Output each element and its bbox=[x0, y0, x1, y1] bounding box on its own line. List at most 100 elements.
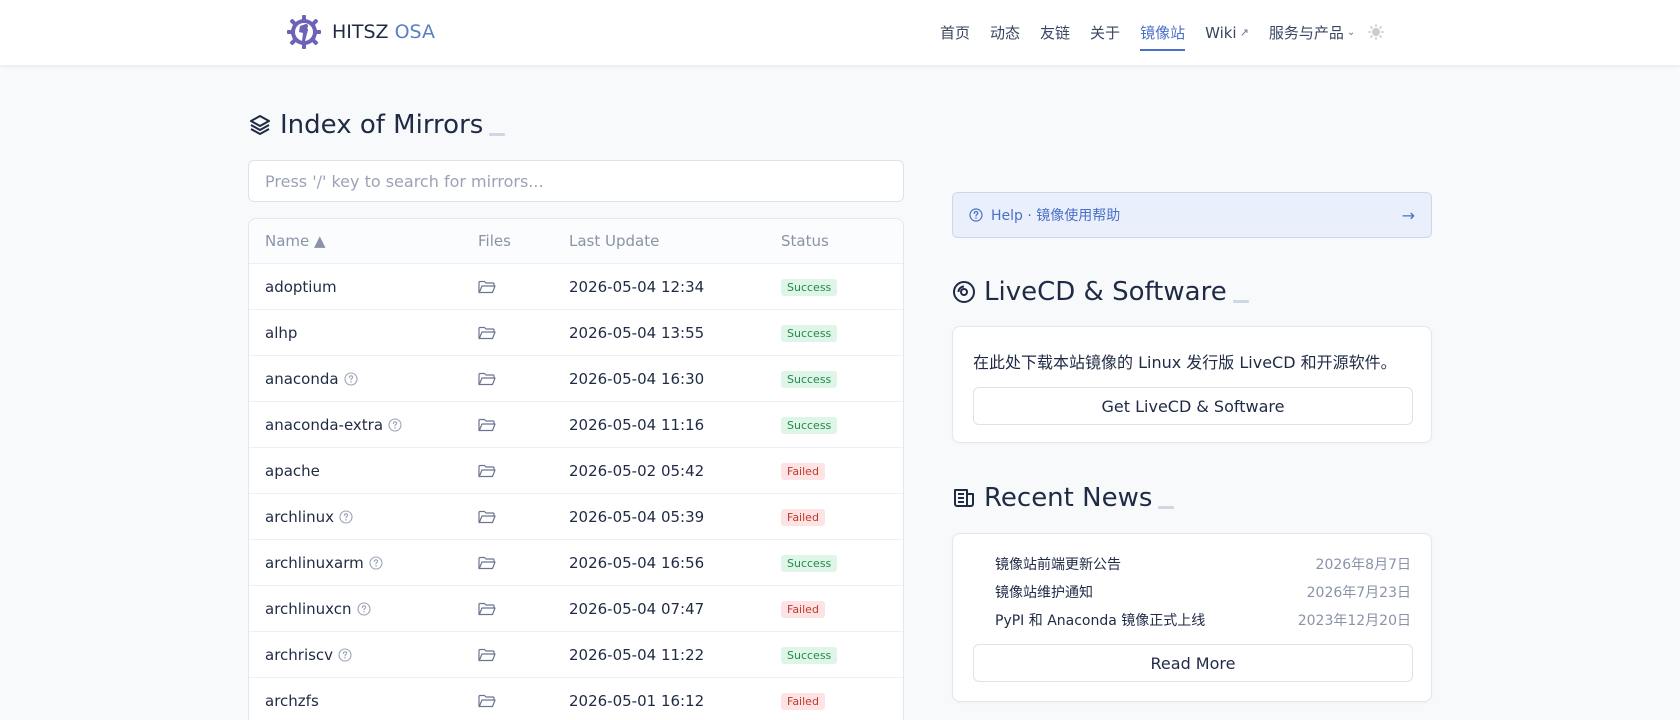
status-badge: Success bbox=[781, 279, 838, 296]
sun-icon bbox=[1368, 24, 1384, 40]
folder-icon[interactable] bbox=[478, 372, 496, 386]
status-cell: Success bbox=[781, 323, 901, 342]
get-livecd-button[interactable]: Get LiveCD & Software bbox=[973, 387, 1413, 425]
mirror-name-cell: anaconda bbox=[249, 370, 478, 388]
folder-icon[interactable] bbox=[478, 602, 496, 616]
brand-link[interactable]: HITSZ OSA bbox=[286, 14, 435, 50]
main-nav: 首页 动态 友链 关于 镜像站 Wiki ↗ 服务与产品 ⌄ bbox=[940, 0, 1375, 65]
status-cell: Success bbox=[781, 277, 901, 296]
status-badge: Failed bbox=[781, 463, 825, 480]
help-link-bar[interactable]: Help · 镜像使用帮助 → bbox=[952, 192, 1432, 238]
help-question-icon[interactable] bbox=[356, 601, 371, 616]
news-item-title[interactable]: 镜像站前端更新公告 bbox=[995, 554, 1121, 574]
mirror-table: Name ▲ Files Last Update Status adoptium… bbox=[248, 218, 904, 720]
nav-mirrors[interactable]: 镜像站 bbox=[1140, 0, 1186, 65]
mirrors-section-title: Index of Mirrors bbox=[248, 110, 506, 140]
chevron-down-icon: ⌄ bbox=[1346, 27, 1356, 38]
last-update-cell: 2026-05-01 16:12 bbox=[569, 691, 705, 710]
nav-services[interactable]: 服务与产品 ⌄ bbox=[1269, 0, 1355, 65]
folder-icon[interactable] bbox=[478, 280, 496, 294]
column-update-header[interactable]: Last Update bbox=[569, 232, 781, 250]
table-row: apache 2026-05-02 05:42 Failed bbox=[249, 448, 903, 494]
nav-friends[interactable]: 友链 bbox=[1040, 0, 1070, 65]
mirror-name-link[interactable]: adoptium bbox=[265, 278, 337, 296]
table-row: archlinux 2026-05-04 05:39 Failed bbox=[249, 494, 903, 540]
news-item-date: 2023年12月20日 bbox=[1297, 613, 1411, 629]
livecd-section-title: LiveCD & Software bbox=[952, 277, 1249, 307]
gear-logo-icon bbox=[287, 15, 321, 49]
folder-icon[interactable] bbox=[478, 464, 496, 478]
title-cursor bbox=[1232, 299, 1249, 303]
mirror-search-input[interactable] bbox=[248, 160, 904, 202]
last-update-cell: 2026-05-04 12:34 bbox=[569, 277, 705, 296]
question-circle-icon bbox=[969, 208, 983, 222]
help-question-icon[interactable] bbox=[343, 371, 358, 386]
help-question-icon[interactable] bbox=[339, 509, 353, 524]
status-badge: Failed bbox=[781, 509, 825, 526]
news-item: 镜像站前端更新公告 2026年8月7日 bbox=[995, 550, 1411, 578]
mirror-name-link[interactable]: alhp bbox=[265, 324, 297, 342]
column-name-header[interactable]: Name ▲ bbox=[249, 232, 478, 250]
help-question-icon[interactable] bbox=[388, 417, 402, 432]
status-badge: Success bbox=[781, 371, 838, 388]
mirror-name-link[interactable]: archriscv bbox=[265, 646, 333, 664]
news-item-title[interactable]: 镜像站维护通知 bbox=[995, 582, 1093, 602]
column-status-header[interactable]: Status bbox=[781, 232, 901, 250]
newspaper-icon bbox=[954, 489, 974, 507]
news-list: 镜像站前端更新公告 2026年8月7日 镜像站维护通知 2026年7月23日 P… bbox=[995, 550, 1411, 634]
status-cell: Success bbox=[781, 553, 901, 572]
folder-icon[interactable] bbox=[478, 510, 496, 524]
table-row: archzfs 2026-05-01 16:12 Failed bbox=[249, 678, 903, 720]
news-item-title[interactable]: PyPI 和 Anaconda 镜像正式上线 bbox=[995, 610, 1205, 630]
status-badge: Success bbox=[781, 647, 838, 664]
status-badge: Success bbox=[781, 325, 838, 342]
files-cell bbox=[478, 418, 569, 432]
files-cell bbox=[478, 464, 569, 478]
files-cell bbox=[478, 326, 569, 340]
nav-news[interactable]: 动态 bbox=[990, 0, 1020, 65]
status-cell: Failed bbox=[781, 507, 901, 526]
news-section-title: Recent News bbox=[952, 483, 1175, 513]
mirror-name-link[interactable]: anaconda bbox=[265, 370, 339, 388]
folder-icon[interactable] bbox=[478, 418, 496, 432]
mirror-name-cell: apache bbox=[249, 462, 478, 480]
last-update-cell: 2026-05-04 11:16 bbox=[569, 415, 705, 434]
livecd-title: LiveCD & Software bbox=[984, 277, 1227, 307]
brand-name: HITSZ OSA bbox=[332, 21, 435, 43]
mirror-name-link[interactable]: archzfs bbox=[265, 692, 319, 710]
title-cursor bbox=[489, 132, 506, 136]
nav-wiki[interactable]: Wiki ↗ bbox=[1205, 0, 1249, 65]
mirror-name-link[interactable]: archlinuxarm bbox=[265, 554, 364, 572]
mirror-name-link[interactable]: apache bbox=[265, 462, 320, 480]
nav-about[interactable]: 关于 bbox=[1090, 0, 1120, 65]
mirror-name-cell: archzfs bbox=[249, 692, 478, 710]
nav-home[interactable]: 首页 bbox=[940, 0, 970, 65]
arrow-right-icon: → bbox=[1401, 205, 1415, 225]
stack-icon bbox=[250, 115, 270, 135]
status-cell: Success bbox=[781, 415, 901, 434]
files-cell bbox=[478, 648, 569, 662]
theme-toggle-button[interactable] bbox=[1366, 22, 1386, 42]
read-more-button[interactable]: Read More bbox=[973, 644, 1413, 682]
mirror-name-link[interactable]: anaconda-extra bbox=[265, 416, 383, 434]
livecd-card: 在此处下载本站镜像的 Linux 发行版 LiveCD 和开源软件。 Get L… bbox=[952, 326, 1432, 443]
news-card: 镜像站前端更新公告 2026年8月7日 镜像站维护通知 2026年7月23日 P… bbox=[952, 533, 1432, 702]
mirror-name-link[interactable]: archlinuxcn bbox=[265, 600, 352, 618]
last-update-cell: 2026-05-04 16:56 bbox=[569, 553, 705, 572]
help-question-icon[interactable] bbox=[338, 647, 352, 662]
last-update-cell: 2026-05-04 05:39 bbox=[569, 507, 705, 526]
status-badge: Success bbox=[781, 555, 838, 572]
folder-icon[interactable] bbox=[478, 326, 496, 340]
mirror-name-link[interactable]: archlinux bbox=[265, 508, 334, 526]
folder-icon[interactable] bbox=[478, 556, 496, 570]
status-cell: Failed bbox=[781, 691, 901, 710]
help-question-icon[interactable] bbox=[369, 555, 383, 570]
mirror-name-cell: archriscv bbox=[249, 646, 478, 664]
folder-icon[interactable] bbox=[478, 694, 496, 708]
folder-icon[interactable] bbox=[478, 648, 496, 662]
external-link-icon: ↗ bbox=[1239, 26, 1249, 39]
top-header: HITSZ OSA 首页 动态 友链 关于 镜像站 Wiki ↗ 服务与产品 ⌄ bbox=[0, 0, 1680, 65]
files-cell bbox=[478, 372, 569, 386]
table-row: adoptium 2026-05-04 12:34 Success bbox=[249, 264, 903, 310]
table-row: alhp 2026-05-04 13:55 Success bbox=[249, 310, 903, 356]
